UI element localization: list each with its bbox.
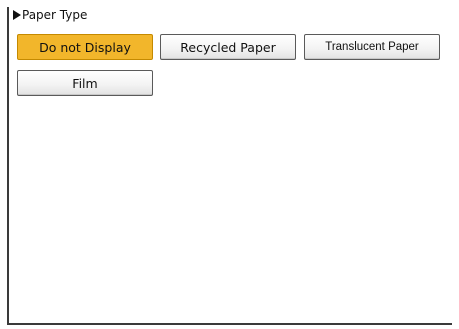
option-do-not-display-button[interactable]: Do not Display	[17, 34, 153, 60]
option-label: Do not Display	[39, 39, 131, 55]
option-label: Recycled Paper	[180, 39, 276, 55]
section-header: Paper Type	[13, 7, 87, 23]
section-title: Paper Type	[22, 8, 88, 22]
option-label: Translucent Paper	[325, 41, 419, 53]
option-recycled-paper-button[interactable]: Recycled Paper	[160, 34, 296, 60]
right-triangle-icon	[13, 10, 21, 20]
option-label: Film	[72, 75, 98, 91]
option-film-button[interactable]: Film	[17, 70, 153, 96]
option-translucent-paper-button[interactable]: Translucent Paper	[304, 34, 440, 60]
